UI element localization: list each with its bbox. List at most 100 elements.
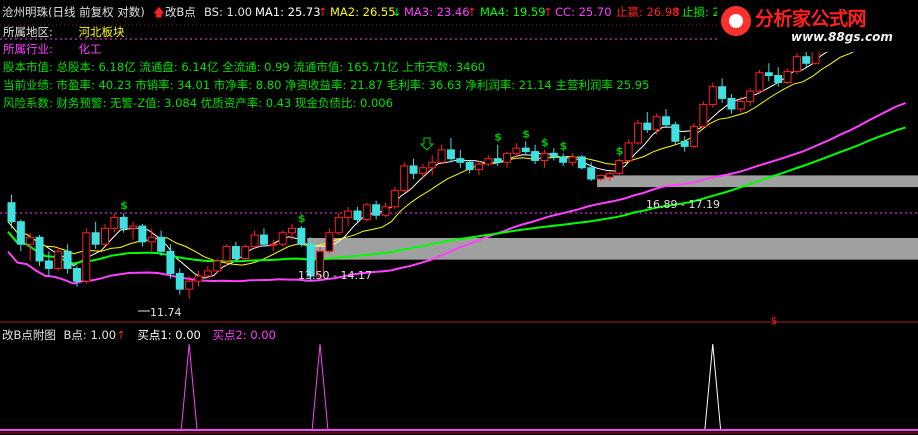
candle-body — [250, 234, 259, 248]
candle-body — [587, 167, 596, 180]
candle-body — [605, 172, 614, 178]
ma4-arrow-icon: ↑ — [543, 5, 553, 19]
candle-body — [278, 232, 287, 245]
candle-body — [409, 165, 418, 174]
ma2-arrow-icon: ↓ — [392, 5, 402, 19]
ma1-value: MA1: 25.73 — [255, 5, 321, 19]
region-row: 所属地区: 河北板块 — [3, 25, 125, 39]
candle-body — [690, 125, 699, 147]
candle-body — [147, 236, 156, 243]
candle-body — [157, 236, 166, 252]
logo-url: www.88gs.com — [791, 30, 893, 44]
signal-marker: $ — [494, 131, 502, 144]
candle-body — [241, 246, 250, 259]
candle-body — [549, 152, 558, 158]
logo-icon — [721, 6, 751, 36]
candle-body — [699, 103, 708, 127]
candle-body — [633, 122, 642, 144]
subpanel-buy2: 买点2: 0.00 — [212, 328, 276, 342]
candle-body — [63, 250, 72, 269]
candle-body — [72, 267, 81, 282]
up-arrow-icon: 🡅 — [153, 5, 165, 19]
candle-body — [26, 236, 35, 245]
candle-body — [446, 149, 455, 160]
support-zone — [307, 237, 918, 260]
candle-body — [129, 225, 138, 229]
signal-marker: $ — [298, 212, 306, 225]
candle-body — [746, 90, 755, 102]
performance-row: 当前业绩: 市盈率: 40.23 市销率: 34.01 市净率: 8.80 净资… — [3, 78, 650, 92]
candle-body — [54, 250, 63, 269]
candle-body — [194, 275, 203, 282]
panel-divider-marker: $ — [771, 316, 777, 327]
candle-body — [288, 227, 296, 234]
industry-value: 化工 — [78, 42, 102, 56]
candle-body — [82, 232, 91, 282]
candle-body — [456, 158, 465, 163]
candle-body — [213, 260, 222, 272]
candle-body — [222, 246, 231, 262]
candle-body — [138, 225, 147, 243]
subpanel-title: 改B点附图 — [2, 328, 56, 342]
signal-marker: $ — [541, 136, 549, 149]
candle-body — [718, 86, 727, 99]
candle-body — [615, 159, 624, 174]
candle-body — [390, 190, 399, 208]
candle-body — [774, 74, 783, 83]
take-profit-value: 止赢: 26.98 — [616, 5, 680, 19]
industry-label: 所属行业: — [3, 42, 53, 56]
candle-body — [512, 147, 521, 154]
candle-body — [596, 174, 605, 180]
candle-body — [540, 152, 549, 161]
subpanel-buy1: 买点1: 0.00 — [137, 328, 201, 342]
candle-body — [503, 152, 512, 163]
candle-body — [297, 227, 306, 245]
header-bar: 沧州明珠(日线 前复权 对数) — [2, 4, 145, 20]
candle-body — [203, 270, 212, 277]
signal-marker: $ — [522, 127, 530, 140]
candle-body — [708, 86, 717, 105]
ma3-arrow-icon: ↑ — [467, 5, 477, 19]
signal-marker: $ — [616, 145, 624, 158]
candle-body — [353, 210, 362, 221]
candle-body — [521, 147, 530, 153]
candle-body — [755, 72, 764, 92]
candle-body — [7, 202, 16, 223]
candle-body — [437, 149, 446, 163]
candle-body — [400, 165, 409, 192]
equity-row: 股本市值: 总股本: 6.18亿 流通盘: 6.14亿 全流通: 0.99 流通… — [3, 60, 486, 74]
region-value: 河北板块 — [78, 25, 125, 39]
subpanel-header: 改B点附图 B点: 1.00↑ 买点1: 0.00 买点2: 0.00 — [2, 328, 276, 342]
candle-body — [325, 232, 334, 252]
candle-body — [652, 116, 661, 131]
candle-body — [381, 206, 390, 216]
ma3-value: MA3: 23.46 — [404, 5, 470, 19]
candle-body — [175, 272, 184, 290]
candle-body — [231, 246, 240, 259]
subpanel-b-value: B点: 1.00 — [63, 328, 117, 342]
indicator-header: 🡅改B点 — [153, 4, 196, 20]
candle-body — [465, 161, 474, 171]
candle-body — [372, 204, 381, 216]
ma2-value: MA2: 26.55 — [330, 5, 396, 19]
candle-body — [259, 234, 268, 245]
candle-body — [531, 151, 540, 161]
candle-body — [334, 216, 343, 234]
candle-body — [493, 158, 502, 163]
bs-value: BS: 1.00 — [204, 5, 253, 19]
cc-value: CC: 25.70 — [555, 5, 612, 19]
subpanel-b-arrow-icon: ↑ — [116, 328, 126, 342]
candle-body — [736, 100, 745, 110]
candle-body — [624, 142, 633, 161]
candle-body — [362, 204, 371, 221]
candle-body — [484, 158, 493, 165]
candle-body — [559, 156, 568, 163]
candle-body — [16, 221, 25, 245]
candle-body — [568, 156, 577, 163]
logo-title: 分析家公式网 — [755, 8, 867, 30]
indicator-name: 改B点 — [164, 5, 196, 19]
candle-body — [269, 243, 278, 246]
ma1-arrow-icon: ↑ — [318, 5, 328, 19]
candle-body — [101, 227, 109, 245]
candle-body — [110, 216, 119, 229]
